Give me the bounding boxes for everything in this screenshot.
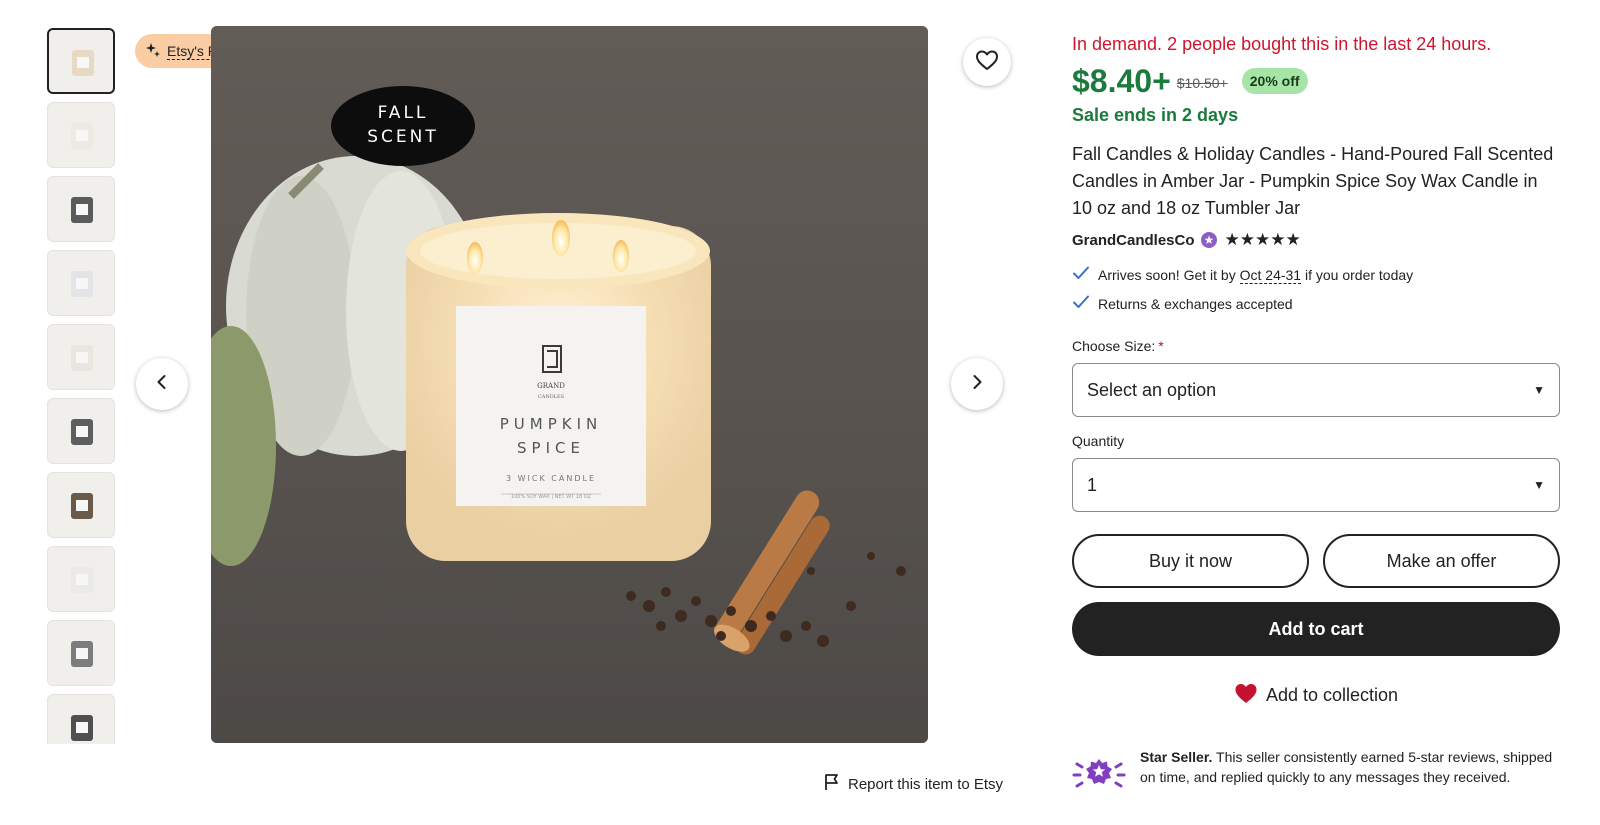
- arrival-text: Arrives soon! Get it by Oct 24-31 if you…: [1098, 266, 1414, 284]
- fall-scent-line-2: SCENT: [367, 127, 439, 147]
- heart-outline-icon: [975, 49, 999, 76]
- buy-it-now-button[interactable]: Buy it now: [1072, 534, 1309, 588]
- sparkle-icon: [145, 42, 161, 61]
- demand-notice: In demand. 2 people bought this in the l…: [1072, 34, 1492, 54]
- thumbnail-label: [76, 722, 88, 733]
- quantity-select-value: 1: [1087, 474, 1098, 495]
- star-seller-title: Star Seller.: [1140, 749, 1213, 765]
- favorite-button[interactable]: [963, 38, 1011, 86]
- size-label: Choose Size: *: [1072, 338, 1164, 354]
- previous-image-button[interactable]: [136, 358, 188, 410]
- thumbnail-6[interactable]: [47, 398, 115, 464]
- chevron-left-icon: [153, 373, 171, 396]
- star-seller-text: Star Seller. This seller consistently ea…: [1140, 749, 1553, 785]
- seller-row: GrandCandlesCo ★★★★★: [1072, 229, 1560, 251]
- caret-down-icon: ▼: [1533, 383, 1545, 397]
- flag-icon: [824, 773, 840, 795]
- thumbnail-9[interactable]: [47, 620, 115, 686]
- thumbnail-label: [76, 204, 88, 215]
- thumbnail-1[interactable]: [47, 28, 115, 94]
- thumbnail-label: [77, 57, 89, 68]
- listing-details: In demand. 2 people bought this in the l…: [1072, 32, 1560, 709]
- arrival-info: Arrives soon! Get it by Oct 24-31 if you…: [1072, 265, 1560, 284]
- report-item-label: Report this item to Etsy: [848, 775, 1004, 793]
- sale-price: $8.40+: [1072, 62, 1171, 99]
- thumbnail-label: [76, 648, 88, 659]
- next-image-button[interactable]: [951, 358, 1003, 410]
- thumbnail-label: [76, 130, 88, 141]
- add-to-collection-label: Add to collection: [1265, 685, 1399, 705]
- thumbnail-8[interactable]: [47, 546, 115, 612]
- arrival-date[interactable]: Oct 24-31: [1239, 266, 1302, 284]
- thumbnail-2[interactable]: [47, 102, 115, 168]
- checkmark-icon: [1072, 294, 1090, 313]
- label-name-2: SPICE: [517, 439, 585, 457]
- thumbnail-4[interactable]: [47, 250, 115, 316]
- product-main-image[interactable]: GRAND CANDLES PUMPKIN SPICE 3 WICK CANDL…: [211, 26, 928, 743]
- make-an-offer-button[interactable]: Make an offer: [1323, 534, 1560, 588]
- quantity-label: Quantity: [1072, 433, 1125, 449]
- quantity-select[interactable]: 1 ▼: [1072, 458, 1560, 512]
- add-to-cart-button[interactable]: Add to cart: [1072, 602, 1560, 656]
- report-item-link[interactable]: Report this item to Etsy: [824, 773, 1003, 795]
- thumbnail-label: [76, 500, 88, 511]
- heart-filled-icon: [1234, 682, 1258, 709]
- sale-ends-text: Sale ends in 2 days: [1072, 105, 1239, 125]
- size-select-value: Select an option: [1087, 379, 1217, 400]
- thumbnail-5[interactable]: [47, 324, 115, 390]
- returns-text: Returns & exchanges accepted: [1098, 295, 1293, 312]
- label-brand-sub: CANDLES: [538, 394, 565, 400]
- thumbnail-7[interactable]: [47, 472, 115, 538]
- purchase-buttons: Buy it now Make an offer: [1072, 534, 1560, 588]
- size-select[interactable]: Select an option ▼: [1072, 363, 1560, 417]
- thumbnail-label: [76, 352, 88, 363]
- discount-badge: 20% off: [1241, 68, 1308, 94]
- chevron-right-icon: [968, 373, 986, 396]
- fall-scent-line-1: FALL: [378, 103, 429, 123]
- thumbnail-strip: [47, 28, 115, 744]
- price-row: $8.40+ $10.50+ 20% off: [1072, 61, 1560, 101]
- label-brand: GRAND: [537, 382, 565, 390]
- label-footer: 100% SOY WAX | NET WT 18 OZ: [511, 494, 592, 500]
- thumbnail-label: [76, 574, 88, 585]
- required-marker: *: [1158, 338, 1164, 354]
- caret-down-icon: ▼: [1533, 478, 1545, 492]
- thumbnail-3[interactable]: [47, 176, 115, 242]
- thumbnail-label: [76, 426, 88, 437]
- thumbnail-10[interactable]: [47, 694, 115, 744]
- rating-stars[interactable]: ★★★★★: [1225, 230, 1301, 250]
- checkmark-icon: [1072, 265, 1090, 284]
- seller-name-link[interactable]: GrandCandlesCo: [1072, 232, 1195, 249]
- star-seller-info: Star Seller. This seller consistently ea…: [1072, 747, 1560, 800]
- label-name-1: PUMPKIN: [500, 415, 603, 433]
- star-seller-badge-icon: [1200, 232, 1217, 248]
- original-price: $10.50+: [1176, 74, 1228, 91]
- thumbnail-label: [76, 278, 88, 289]
- star-seller-icon: [1072, 755, 1128, 800]
- returns-info: Returns & exchanges accepted: [1072, 294, 1560, 313]
- listing-title: Fall Candles & Holiday Candles - Hand-Po…: [1072, 144, 1554, 218]
- label-sub: 3 WICK CANDLE: [506, 474, 596, 483]
- add-to-collection-button[interactable]: Add to collection: [1072, 682, 1560, 709]
